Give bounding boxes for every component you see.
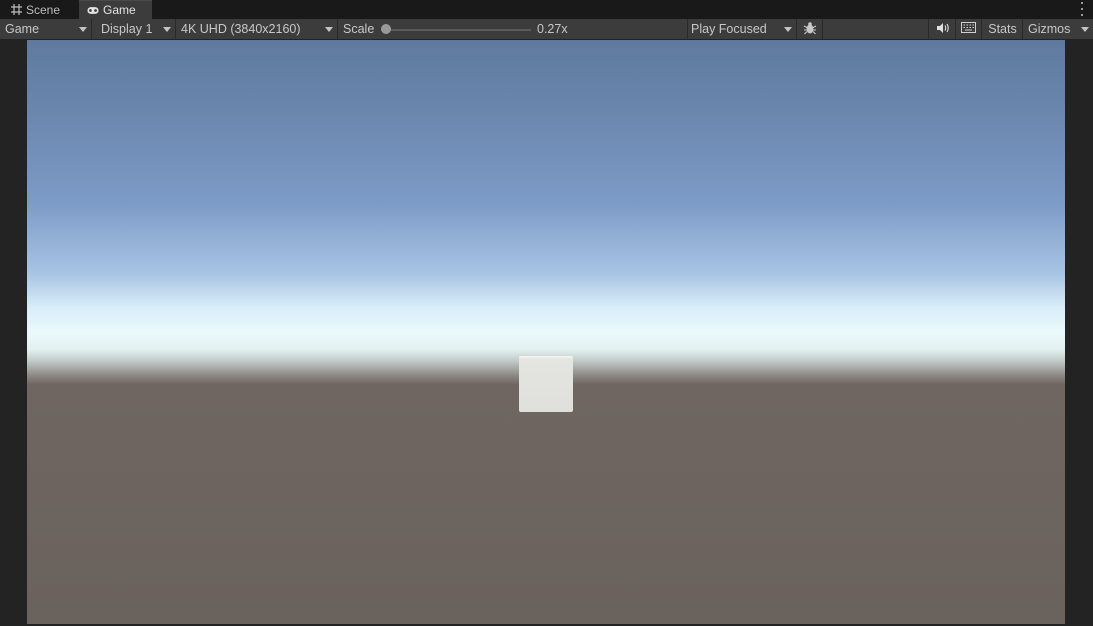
gamepad-icon — [87, 4, 99, 16]
game-view-window: Scene Game Game Display 1 4K UHD (3840x2… — [0, 0, 1093, 626]
scale-slider-thumb[interactable] — [381, 24, 391, 34]
view-mode-label: Game — [5, 22, 40, 36]
keyboard-icon — [961, 22, 976, 36]
tab-bar: Scene Game — [0, 0, 1093, 19]
chevron-down-icon — [163, 27, 171, 32]
viewport-letterbox-right — [1065, 40, 1093, 626]
view-mode-dropdown[interactable]: Game — [0, 19, 92, 39]
scale-label: Scale — [343, 22, 375, 36]
chevron-down-icon — [325, 27, 333, 32]
stats-label: Stats — [988, 22, 1017, 36]
play-mode-label: Play Focused — [691, 22, 767, 36]
scale-value: 0.27x — [537, 22, 568, 36]
chevron-down-icon — [1081, 27, 1089, 32]
game-toolbar: Game Display 1 4K UHD (3840x2160) Scale … — [0, 19, 1093, 40]
grid-icon — [10, 4, 22, 16]
bug-icon — [803, 21, 817, 38]
frame-debugger-button[interactable] — [797, 19, 823, 39]
play-mode-dropdown[interactable]: Play Focused — [686, 19, 797, 39]
scene-cube — [519, 356, 573, 412]
resolution-dropdown[interactable]: 4K UHD (3840x2160) — [176, 19, 338, 39]
mute-audio-button[interactable] — [930, 19, 956, 39]
speaker-icon — [936, 22, 950, 37]
display-dropdown[interactable]: Display 1 — [96, 19, 176, 39]
tab-scene[interactable]: Scene — [2, 0, 78, 19]
chevron-down-icon — [784, 27, 792, 32]
display-label: Display 1 — [101, 22, 153, 36]
chevron-down-icon — [79, 27, 87, 32]
scale-slider-track[interactable] — [383, 29, 531, 31]
stats-button[interactable]: Stats — [983, 19, 1023, 39]
game-viewport[interactable] — [27, 40, 1065, 624]
toolbar-spacer — [823, 19, 929, 39]
scale-control: Scale 0.27x — [338, 19, 688, 39]
viewport-letterbox-left — [0, 40, 27, 626]
gizmos-dropdown[interactable]: Gizmos — [1023, 19, 1093, 39]
resolution-label: 4K UHD (3840x2160) — [181, 22, 301, 36]
tab-game[interactable]: Game — [79, 0, 152, 19]
tab-scene-label: Scene — [26, 2, 61, 17]
gizmos-label: Gizmos — [1028, 22, 1071, 36]
tab-game-label: Game — [103, 3, 136, 17]
keyboard-shortcuts-button[interactable] — [956, 19, 982, 39]
kebab-menu-icon[interactable] — [1079, 2, 1085, 16]
